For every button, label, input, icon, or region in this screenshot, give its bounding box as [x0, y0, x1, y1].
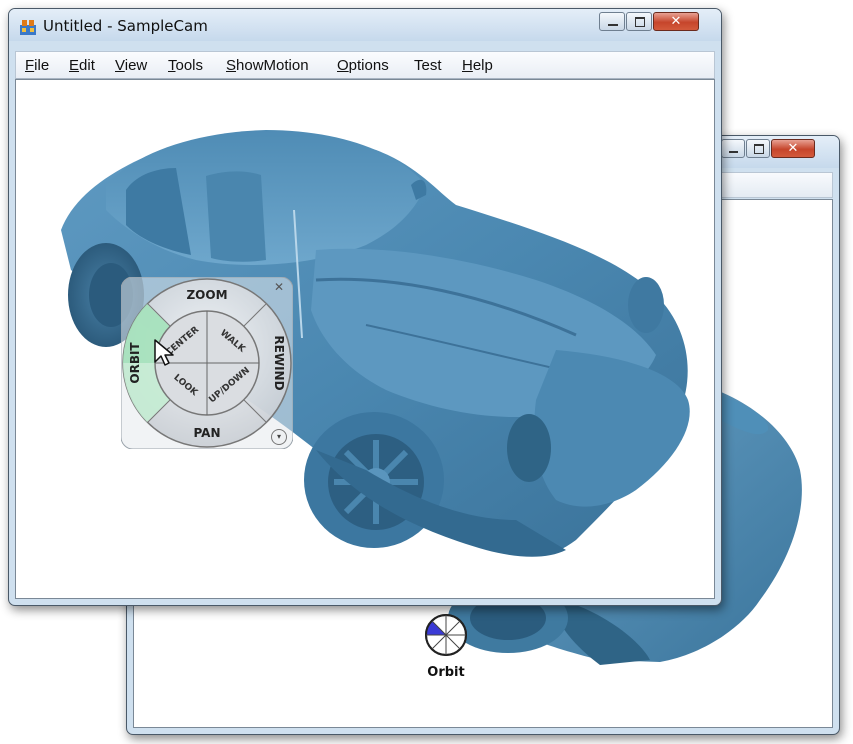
menu-showmotion[interactable]: ShowMotion	[226, 57, 309, 74]
app-icon	[20, 20, 36, 35]
back-minimize-button[interactable]	[721, 139, 745, 158]
car-headlight	[507, 414, 551, 482]
maximize-button[interactable]	[626, 12, 652, 31]
maximize-icon	[635, 17, 645, 27]
steering-wheel-graphic: ZOOM PAN ORBIT REWIND CENTER WALK LOOK U…	[120, 276, 294, 450]
mini-wheel-icon	[425, 614, 467, 656]
chevron-down-icon: ▾	[276, 432, 281, 441]
steering-wheel[interactable]: ZOOM PAN ORBIT REWIND CENTER WALK LOOK U…	[120, 276, 294, 450]
wheel-label-zoom[interactable]: ZOOM	[186, 288, 227, 302]
menu-options[interactable]: Options	[337, 57, 389, 74]
menu-view[interactable]: View	[115, 57, 147, 74]
menu-bar: File Edit View Tools ShowMotion Options …	[15, 51, 715, 79]
window-title: Untitled - SampleCam	[43, 17, 208, 35]
wheel-label-rewind[interactable]: REWIND	[272, 335, 286, 390]
close-icon: ✕	[670, 14, 682, 29]
menu-file[interactable]: File	[25, 57, 49, 74]
minimize-icon	[608, 24, 618, 26]
wheel-close-button[interactable]: ✕	[271, 279, 287, 295]
menu-edit[interactable]: Edit	[69, 57, 95, 74]
close-icon: ✕	[273, 280, 285, 294]
status-widget-label: Orbit	[427, 665, 465, 680]
menu-test[interactable]: Test	[414, 57, 442, 74]
back-maximize-button[interactable]	[746, 139, 770, 158]
wheel-menu-button[interactable]: ▾	[271, 429, 287, 445]
wheel-label-orbit[interactable]: ORBIT	[128, 342, 142, 384]
car-window-side	[206, 171, 266, 262]
mouse-cursor-icon	[154, 339, 174, 366]
minimize-button[interactable]	[599, 12, 625, 31]
close-icon: ✕	[787, 141, 799, 156]
front-viewport[interactable]: ZOOM PAN ORBIT REWIND CENTER WALK LOOK U…	[15, 79, 715, 599]
front-window[interactable]: Untitled - SampleCam ✕ File Edit View To…	[8, 8, 722, 606]
maximize-icon	[754, 144, 764, 154]
close-button[interactable]: ✕	[653, 12, 699, 31]
back-close-button[interactable]: ✕	[771, 139, 815, 158]
navigation-status-widget[interactable]: Orbit	[420, 612, 472, 682]
minimize-icon	[729, 151, 738, 153]
menu-help[interactable]: Help	[462, 57, 493, 74]
menu-tools[interactable]: Tools	[168, 57, 203, 74]
wheel-label-pan[interactable]: PAN	[193, 426, 220, 440]
